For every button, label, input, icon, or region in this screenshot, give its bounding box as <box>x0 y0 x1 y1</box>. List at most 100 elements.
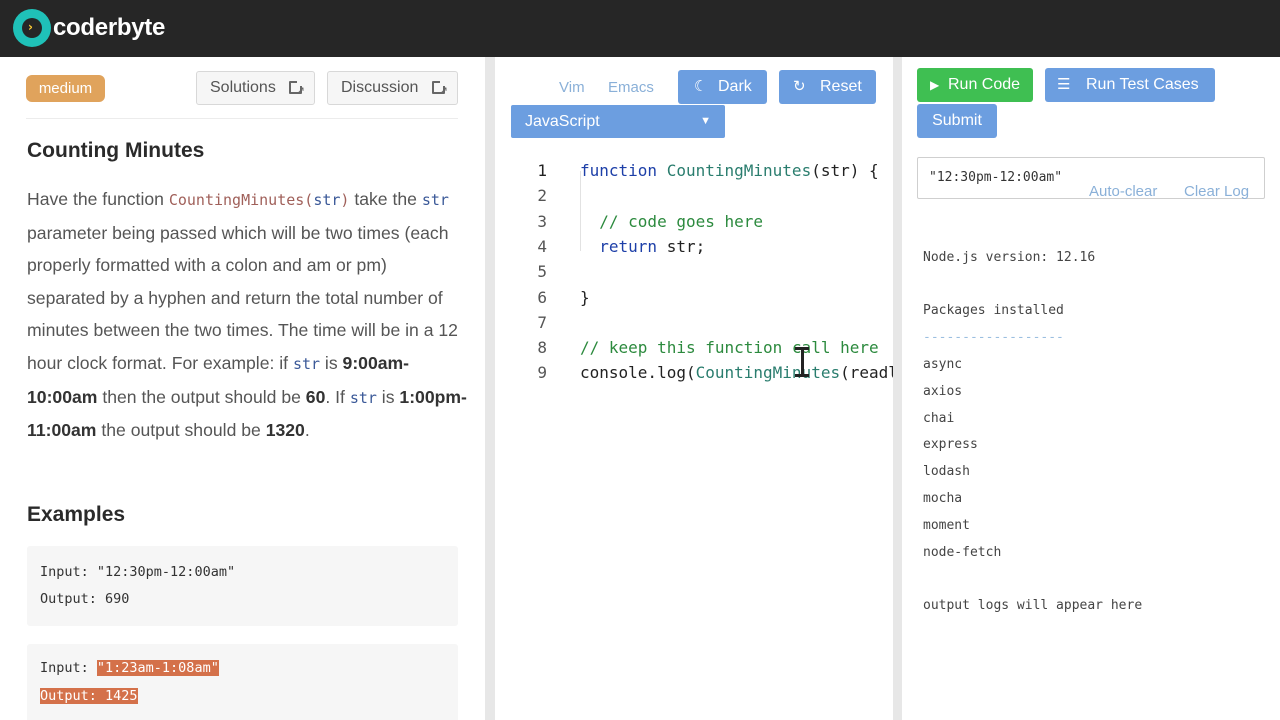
package-item: express <box>923 437 978 453</box>
challenge-panel: medium Solutions Discussion Counting Min… <box>0 57 485 720</box>
code-token: (readline())); <box>840 363 893 383</box>
difficulty-badge: medium <box>26 75 105 102</box>
package-item: async <box>923 357 963 372</box>
list-icon: ☰ <box>1057 76 1071 93</box>
run-code-button[interactable]: ▶ Run Code <box>917 68 1033 102</box>
coderbyte-logo-icon[interactable]: › <box>13 9 51 47</box>
dark-theme-button[interactable]: ☾ Dark <box>678 70 767 104</box>
desc-arg: str <box>313 191 341 209</box>
discussion-button[interactable]: Discussion <box>327 71 458 107</box>
line-number: 3 <box>537 211 547 231</box>
example-input-label: Input: <box>40 660 97 676</box>
line-number: 7 <box>537 312 547 332</box>
panel-resize-handle[interactable] <box>485 57 495 720</box>
desc-arg: str <box>349 388 377 407</box>
external-link-icon <box>432 75 448 107</box>
code-line[interactable]: // code goes here <box>580 212 763 231</box>
desc-text: is <box>320 352 343 373</box>
example-block: Input: "12:30pm-12:00am" Output: 690 <box>27 546 458 626</box>
example-block: Input: "1:23am-1:08am" Output: 1425 <box>27 644 458 720</box>
package-item: moment <box>923 517 970 533</box>
code-token: str; <box>657 236 706 256</box>
challenge-description: Have the function CountingMinutes(str) t… <box>27 183 467 447</box>
code-token: CountingMinutes <box>695 363 841 383</box>
code-line[interactable]: return str; <box>580 237 705 256</box>
editor-panel: Vim Emacs ☾ Dark ↻ Reset JavaScript ▼ 1 f… <box>495 57 893 720</box>
external-link-icon <box>289 75 305 107</box>
example-output-value: 690 <box>105 591 130 607</box>
run-code-label: Run Code <box>948 76 1021 93</box>
discussion-label: Discussion <box>341 79 419 96</box>
desc-text: Have the function <box>27 189 169 209</box>
dark-label: Dark <box>718 78 752 95</box>
console-panel: ▶ Run Code ☰ Run Test Cases Submit "12:3… <box>902 57 1280 720</box>
refresh-icon: ↻ <box>793 78 806 95</box>
moon-icon: ☾ <box>694 78 708 95</box>
code-line[interactable]: } <box>580 288 590 307</box>
line-number: 8 <box>537 338 547 358</box>
package-item: mocha <box>923 491 963 506</box>
solutions-button[interactable]: Solutions <box>196 71 315 107</box>
panel-resize-handle[interactable] <box>893 57 902 720</box>
play-icon: ▶ <box>930 78 940 92</box>
desc-arg: str <box>421 191 449 209</box>
code-line[interactable]: function CountingMinutes(str) { <box>580 161 879 180</box>
example-input-value: "12:30pm-12:00am" <box>96 564 236 580</box>
top-bar: › coderbyte <box>0 0 1280 57</box>
desc-function-name: CountingMinutes <box>168 191 305 209</box>
code-token: // code goes here <box>580 211 764 231</box>
example-input-value: "1:23am-1:08am" <box>96 660 219 676</box>
example-output-label: Output: <box>40 688 106 704</box>
desc-text: . <box>304 420 310 441</box>
desc-example: 60 <box>305 386 326 407</box>
line-number: 6 <box>537 287 547 307</box>
code-token: (str) { <box>811 161 879 180</box>
emacs-mode-toggle[interactable]: Emacs <box>608 79 654 96</box>
brand-name[interactable]: coderbyte <box>53 14 165 42</box>
challenge-title: Counting Minutes <box>27 139 205 162</box>
vim-mode-toggle[interactable]: Vim <box>559 79 585 96</box>
run-test-cases-button[interactable]: ☰ Run Test Cases <box>1045 68 1215 102</box>
package-item: node-fetch <box>923 544 1002 560</box>
desc-paren: ( <box>304 191 314 209</box>
reset-label: Reset <box>820 78 862 95</box>
output-placeholder: output logs will appear here <box>923 598 1143 613</box>
desc-text: is <box>376 386 400 407</box>
line-number: 9 <box>537 363 547 383</box>
code-token: console.log( <box>580 363 696 383</box>
console-input-value: "12:30pm-12:00am" <box>929 170 1063 185</box>
clear-log-link[interactable]: Clear Log <box>1184 183 1249 200</box>
caret-down-icon: ▼ <box>700 115 711 127</box>
code-token: CountingMinutes <box>666 161 812 180</box>
example-output-label: Output: <box>40 591 106 607</box>
code-token: function <box>580 161 658 180</box>
desc-example: 1320 <box>265 420 305 441</box>
desc-text: parameter being passed which will be two… <box>27 222 458 373</box>
separator: ------------------ <box>923 330 1064 345</box>
language-select[interactable]: JavaScript ▼ <box>511 105 725 138</box>
line-number: 5 <box>537 262 547 282</box>
line-number: 2 <box>537 186 547 206</box>
reset-button[interactable]: ↻ Reset <box>779 70 876 104</box>
code-token: // keep this function call here <box>580 338 879 358</box>
submit-button[interactable]: Submit <box>917 104 997 138</box>
example-input-label: Input: <box>40 564 97 580</box>
divider <box>26 118 458 119</box>
solutions-label: Solutions <box>210 79 276 96</box>
packages-title: Packages installed <box>923 303 1064 318</box>
package-item: chai <box>923 410 955 426</box>
code-line[interactable]: // keep this function call here <box>580 338 879 357</box>
console-input[interactable]: "12:30pm-12:00am" Auto-clear Clear Log <box>917 157 1265 200</box>
desc-text: take the <box>349 189 422 209</box>
language-value: JavaScript <box>525 113 600 130</box>
node-version: Node.js version: 12.16 <box>923 250 1096 265</box>
desc-arg: str <box>292 354 321 373</box>
line-number: 1 <box>537 161 547 180</box>
line-number: 4 <box>537 236 547 256</box>
examples-heading: Examples <box>27 503 126 526</box>
example-output-value: 1425 <box>105 688 138 704</box>
code-line[interactable]: console.log(CountingMinutes(readline()))… <box>580 363 893 382</box>
code-token: } <box>580 287 590 307</box>
auto-clear-link[interactable]: Auto-clear <box>1089 183 1157 200</box>
